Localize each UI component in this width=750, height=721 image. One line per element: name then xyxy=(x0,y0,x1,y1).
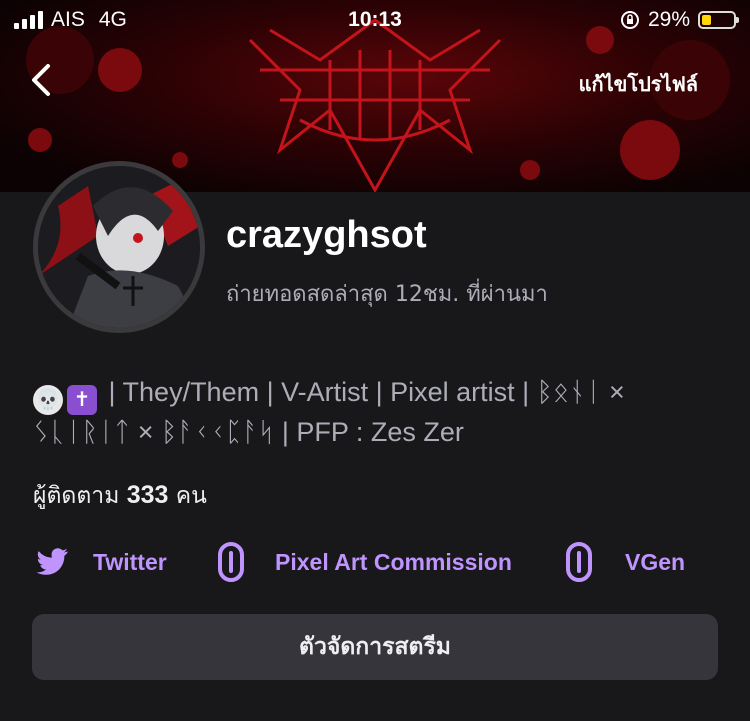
bio: 💀 ✝ | They/Them | V-Artist | Pixel artist… xyxy=(33,375,713,449)
battery-percent: 29% xyxy=(647,8,690,31)
edit-profile-button[interactable]: แก้ไขโปรไฟล์ xyxy=(579,68,698,100)
latin-cross-emoji: ✝ xyxy=(67,385,97,415)
link-pixel-art-commission[interactable]: Pixel Art Commission xyxy=(217,540,512,584)
follower-count: ผู้ติดตาม 333 คน xyxy=(33,478,207,514)
bio-line-2: ᛊᚳᛁᚱᛁᛏ × ᛒᚨᚲᚲᛈᚨᛋ | PFP : Zes Zer xyxy=(33,417,464,447)
battery-icon xyxy=(698,11,739,29)
username: crazyghsot xyxy=(226,214,427,256)
avatar[interactable] xyxy=(33,161,205,333)
rotation-lock-icon xyxy=(620,11,639,29)
back-button[interactable] xyxy=(24,60,60,100)
followers-suffix: คน xyxy=(175,483,207,509)
battery-fill xyxy=(702,15,711,25)
last-stream-time: ถ่ายทอดสดล่าสุด 12ชม. ที่ผ่านมา xyxy=(226,282,548,307)
skull-emoji: 💀 xyxy=(33,385,63,415)
link-vgen[interactable]: VGen xyxy=(565,540,685,584)
link-icon xyxy=(566,542,592,582)
followers-prefix: ผู้ติดตาม xyxy=(33,483,120,509)
status-bar: AIS 4G 10:13 29% xyxy=(0,0,750,42)
link-vgen-label: VGen xyxy=(625,548,686,575)
link-twitter[interactable]: Twitter xyxy=(33,540,167,584)
chevron-left-icon xyxy=(32,64,50,96)
link-twitter-label: Twitter xyxy=(93,548,167,575)
avatar-image xyxy=(38,166,200,328)
link-pixel-art-commission-label: Pixel Art Commission xyxy=(275,548,512,575)
followers-number: 333 xyxy=(126,481,169,509)
link-icon xyxy=(218,542,244,582)
status-right: 29% xyxy=(620,8,739,32)
stream-manager-button[interactable]: ตัวจัดการสตรีม xyxy=(32,614,718,680)
twitter-bird-icon xyxy=(36,548,68,575)
bio-line-1: | They/Them | V-Artist | Pixel artist | … xyxy=(108,377,625,407)
